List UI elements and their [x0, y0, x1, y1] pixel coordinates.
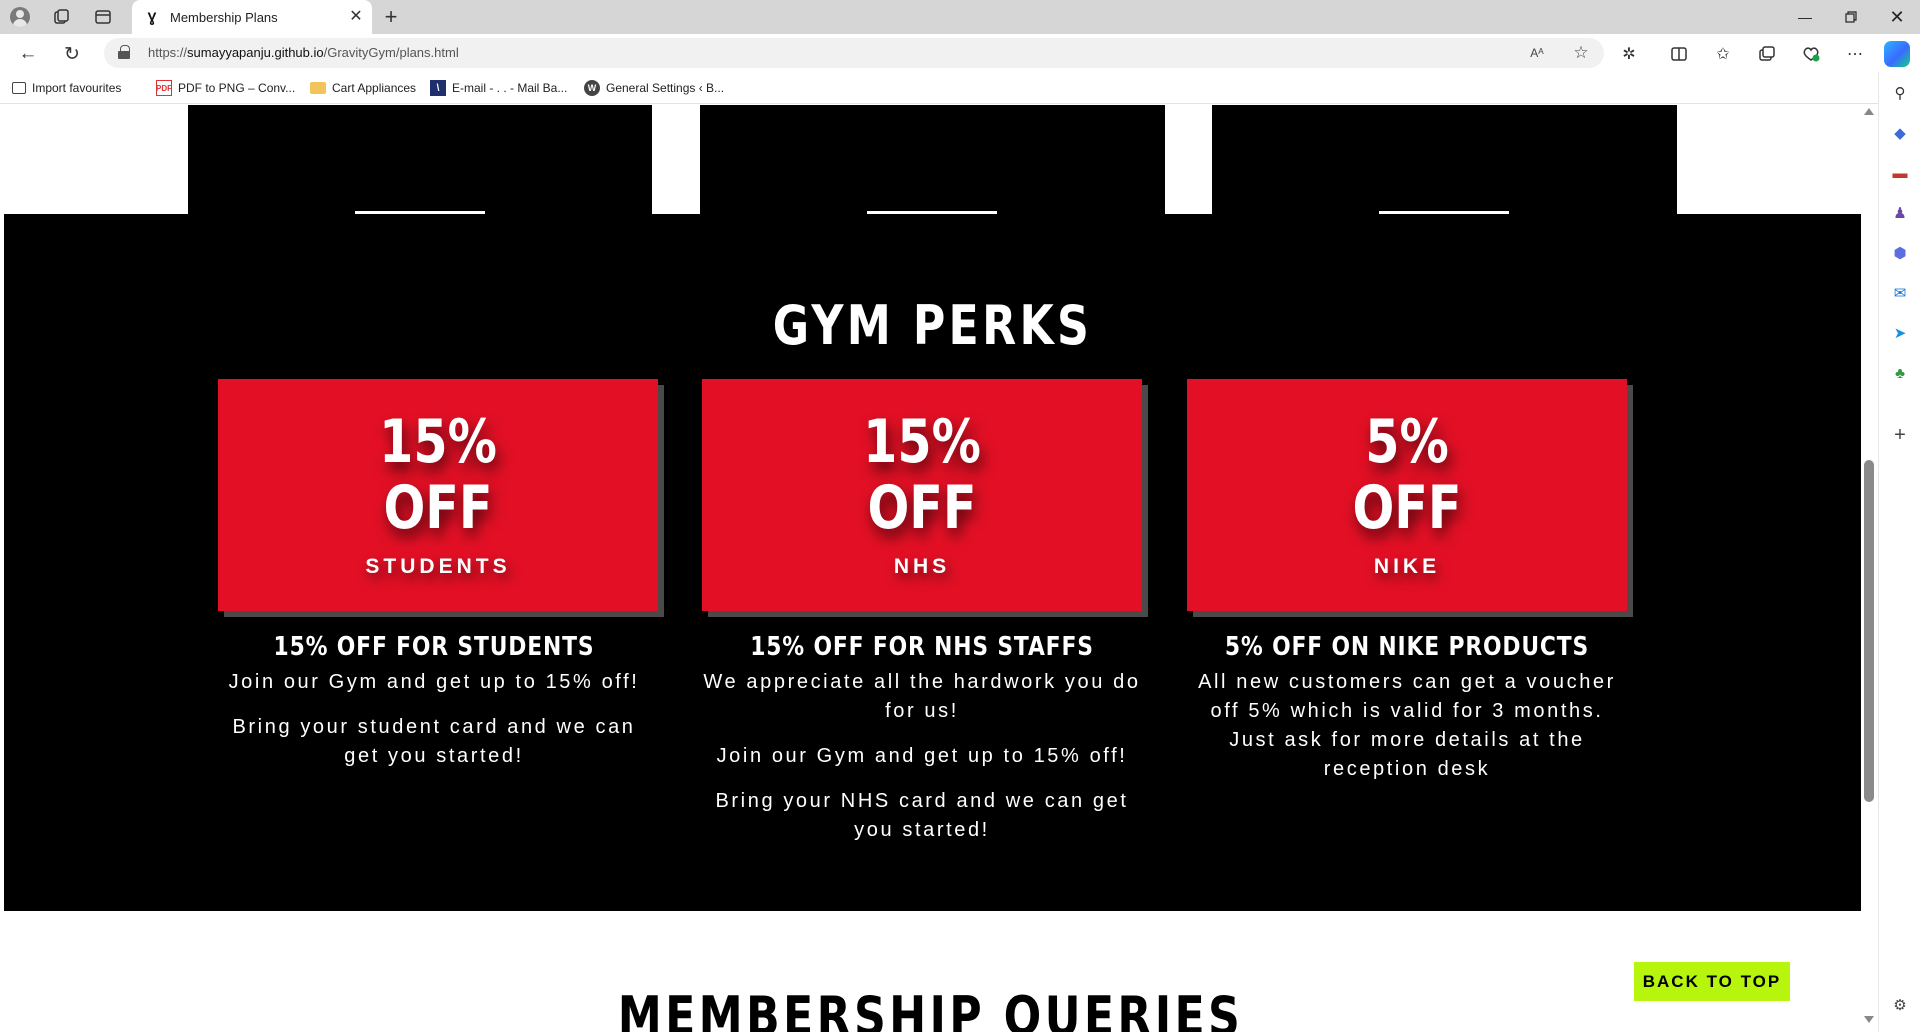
perk-paragraph: Join our Gym and get up to 15% off!	[716, 745, 1128, 767]
page-viewport: GYM PERKS 15% OFF STUDENTS 15% OFF NHS 5…	[0, 105, 1861, 1032]
perk-paragraph: Bring your student card and we can get y…	[232, 716, 636, 767]
perk-heading: 15% OFF FOR STUDENTS	[273, 632, 595, 662]
minimize-icon[interactable]: —	[1782, 0, 1828, 34]
close-tab-icon[interactable]: ✕	[346, 7, 366, 27]
tools-icon[interactable]: ▬	[1887, 160, 1913, 186]
add-favourite-icon[interactable]: ☆	[1570, 42, 1592, 64]
perk-percent: 15%	[379, 407, 497, 477]
perk-paragraph: We appreciate all the hardwork you do fo…	[703, 671, 1141, 722]
scroll-up-arrow-icon[interactable]	[1864, 108, 1874, 115]
collections-icon[interactable]	[1754, 41, 1780, 67]
section-title: GYM PERKS	[772, 294, 1093, 357]
perk-heading: 5% OFF ON NIKE PRODUCTS	[1224, 632, 1590, 662]
microsoft365-icon[interactable]: ⬢	[1887, 240, 1913, 266]
scroll-down-arrow-icon[interactable]	[1864, 1016, 1874, 1023]
shopping-tag-icon[interactable]: ◆	[1887, 120, 1913, 146]
perk-audience: NIKE	[1373, 555, 1441, 578]
gym-favicon-icon: Ɣ	[147, 9, 157, 25]
scroll-thumb[interactable]	[1864, 460, 1874, 802]
perk-paragraph: Join our Gym and get up to 15% off!	[228, 671, 640, 693]
perk-percent: 5%	[1365, 407, 1449, 477]
back-to-top-button[interactable]: BACK TO TOP	[1634, 962, 1790, 1001]
tree-icon[interactable]: ♣	[1887, 360, 1913, 386]
toolbar: ← ↻ https://sumayyapanju.github.io/Gravi…	[0, 34, 1920, 72]
favourite-import[interactable]: Import favourites	[12, 78, 121, 98]
new-tab-icon[interactable]: +	[378, 4, 404, 30]
workspaces-icon[interactable]	[49, 4, 75, 30]
profile-icon[interactable]	[7, 4, 33, 30]
edge-sidebar: ⚲ ◆ ▬ ♟ ⬢ ✉ ➤ ♣ + ⚙	[1878, 72, 1920, 1032]
favourites-icon[interactable]: ✩	[1710, 41, 1736, 67]
back-icon[interactable]: ←	[14, 40, 42, 68]
perk-paragraph: Bring your NHS card and we can get you s…	[715, 790, 1129, 841]
favourite-cart-appliances[interactable]: Cart Appliances	[310, 78, 416, 98]
read-aloud-icon[interactable]: Aᴬ	[1526, 42, 1548, 64]
address-bar[interactable]: https://sumayyapanju.github.io/GravityGy…	[104, 38, 1604, 68]
reload-icon[interactable]: ↻	[58, 40, 86, 68]
membership-queries-title: MEMBERSHIP QUERIES	[617, 985, 1244, 1032]
perk-audience: NHS	[893, 555, 951, 578]
lock-icon[interactable]	[118, 45, 130, 59]
add-sidebar-item-icon[interactable]: +	[1887, 422, 1913, 448]
perk-percent: 15%	[863, 407, 981, 477]
pdf-icon: PDF	[156, 80, 172, 96]
send-icon[interactable]: ➤	[1887, 320, 1913, 346]
favourite-pdf-to-png[interactable]: PDF PDF to PNG – Conv...	[156, 78, 295, 98]
split-screen-icon[interactable]	[1666, 41, 1692, 67]
close-window-icon[interactable]: ✕	[1874, 0, 1920, 34]
perk-paragraph: All new customers can get a voucher off …	[1198, 671, 1616, 780]
tab-membership-plans[interactable]: Ɣ Membership Plans ✕	[132, 0, 372, 34]
gym-perks-section: GYM PERKS 15% OFF STUDENTS 15% OFF NHS 5…	[4, 214, 1861, 911]
url-text[interactable]: https://sumayyapanju.github.io/GravityGy…	[148, 45, 459, 60]
mail-icon: \	[430, 80, 446, 96]
sidebar-settings-icon[interactable]: ⚙	[1887, 992, 1913, 1018]
tab-bar: Ɣ Membership Plans ✕ + — ✕	[0, 0, 1920, 34]
perk-off: OFF	[1352, 473, 1462, 543]
perk-card-nike: 5% OFF NIKE	[1187, 379, 1627, 611]
wordpress-icon: W	[584, 80, 600, 96]
more-options-icon[interactable]: ⋯	[1842, 41, 1868, 67]
search-icon[interactable]: ⚲	[1887, 80, 1913, 106]
perk-card-nhs: 15% OFF NHS	[702, 379, 1142, 611]
perk-audience: STUDENTS	[365, 555, 511, 578]
vertical-tabs-icon[interactable]	[90, 4, 116, 30]
perk-heading: 15% OFF FOR NHS STAFFS	[750, 632, 1094, 662]
perk-description-nhs: 15% OFF FOR NHS STAFFS We appreciate all…	[702, 632, 1142, 861]
favourite-email[interactable]: \ E-mail - . . - Mail Ba...	[430, 78, 567, 98]
copilot-icon[interactable]	[1884, 41, 1910, 67]
folder-icon	[310, 82, 326, 94]
games-icon[interactable]: ♟	[1887, 200, 1913, 226]
favourites-bar: Import favourites PDF PDF to PNG – Conv.…	[0, 72, 1920, 104]
perk-off: OFF	[383, 473, 493, 543]
perk-off: OFF	[867, 473, 977, 543]
extensions-icon[interactable]: ✲	[1616, 41, 1642, 67]
restore-icon[interactable]	[1828, 0, 1874, 34]
import-icon	[12, 82, 26, 94]
favourite-general-settings[interactable]: W General Settings ‹ B...	[584, 78, 724, 98]
outlook-icon[interactable]: ✉	[1887, 280, 1913, 306]
performance-icon[interactable]	[1798, 41, 1824, 67]
perk-card-students: 15% OFF STUDENTS	[218, 379, 658, 611]
tab-title: Membership Plans	[170, 9, 278, 25]
perk-description-students: 15% OFF FOR STUDENTS Join our Gym and ge…	[214, 632, 654, 787]
perk-description-nike: 5% OFF ON NIKE PRODUCTS All new customer…	[1187, 632, 1627, 800]
